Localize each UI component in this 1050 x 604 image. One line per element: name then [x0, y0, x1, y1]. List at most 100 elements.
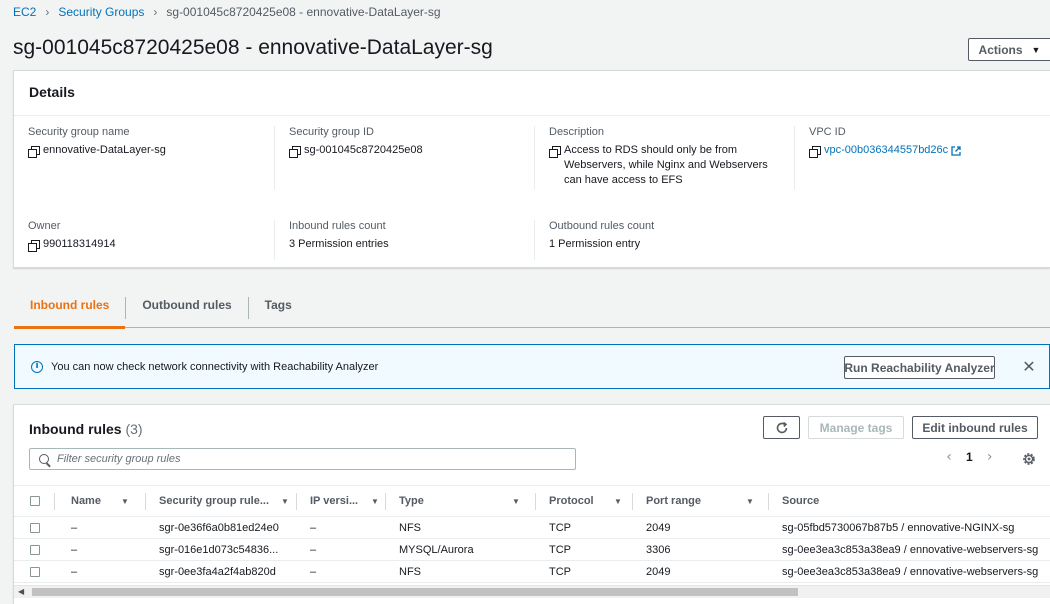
cell-protocol: TCP: [536, 538, 633, 561]
table-row[interactable]: – sgr-0e36f6a0b81ed24e0 – NFS TCP 2049 s…: [14, 516, 1050, 539]
cell-name: –: [55, 538, 146, 561]
copy-icon[interactable]: [28, 146, 40, 158]
inbound-rules-title: Inbound rules (3): [29, 421, 143, 437]
table-header: Name ▼ Security group rule... ▼ IP versi..…: [14, 485, 1050, 517]
run-reachability-analyzer-button[interactable]: Run Reachability Analyzer: [844, 356, 995, 379]
breadcrumb-security-groups[interactable]: Security Groups: [58, 5, 144, 19]
column-header-protocol[interactable]: Protocol ▼: [536, 485, 633, 517]
tab-tags[interactable]: Tags: [249, 288, 308, 328]
cell-rule-id: sgr-0e36f6a0b81ed24e0: [146, 516, 297, 539]
details-panel: Details Security group name ennovative-D…: [13, 70, 1050, 268]
vpc-id-link[interactable]: vpc-00b036344557bd26c: [824, 143, 948, 158]
divider: [794, 126, 795, 190]
inbound-rules-table: Name ▼ Security group rule... ▼ IP versi..…: [14, 485, 1050, 583]
owner-label: Owner: [28, 220, 61, 232]
copy-icon[interactable]: [289, 146, 301, 158]
sort-icon: ▼: [614, 497, 622, 506]
inbound-rules-heading: Inbound rules: [29, 421, 122, 437]
cell-protocol: TCP: [536, 516, 633, 539]
info-icon: i: [31, 360, 43, 373]
inbound-rules-count: (3): [125, 421, 143, 437]
row-checkbox[interactable]: [30, 566, 40, 577]
cell-type: NFS: [386, 516, 536, 539]
refresh-button[interactable]: [763, 416, 800, 439]
cell-source: sg-0ee3ea3c853a38ea9 / ennovative-webser…: [769, 538, 1050, 561]
cell-name: –: [55, 516, 146, 539]
sort-icon: ▼: [281, 497, 289, 506]
scroll-left-icon[interactable]: ◀: [18, 587, 24, 596]
cell-rule-id: sgr-016e1d073c54836...: [146, 538, 297, 561]
description-value: Access to RDS should only be from Webser…: [564, 144, 768, 186]
description-label: Description: [549, 126, 605, 138]
close-icon[interactable]: ✕: [1019, 356, 1039, 378]
select-all-header: [14, 485, 55, 517]
actions-label: Actions: [978, 42, 1023, 57]
inbound-rules-panel: Inbound rules (3) Manage tags Edit inbou…: [13, 404, 1050, 604]
column-header-rule-id[interactable]: Security group rule... ▼: [146, 485, 297, 517]
gear-icon[interactable]: [1021, 451, 1037, 467]
flash-message: You can now check network connectivity w…: [51, 360, 379, 373]
cell-source: sg-0ee3ea3c853a38ea9 / ennovative-webser…: [769, 560, 1050, 583]
copy-icon[interactable]: [809, 146, 821, 158]
copy-icon[interactable]: [549, 146, 561, 158]
inbound-count-label: Inbound rules count: [289, 220, 386, 232]
divider: [274, 220, 275, 260]
scrollbar-thumb[interactable]: [32, 588, 798, 596]
cell-type: MYSQL/Aurora: [386, 538, 536, 561]
chevron-right-icon: ›: [153, 5, 158, 19]
prev-page-icon[interactable]: ‹: [942, 449, 956, 465]
sort-icon: ▼: [746, 497, 754, 506]
pagination: ‹ 1 ›: [942, 449, 997, 465]
horizontal-scrollbar[interactable]: ◀: [14, 585, 1050, 598]
sg-name-label: Security group name: [28, 126, 130, 138]
next-page-icon[interactable]: ›: [983, 449, 997, 465]
sort-icon: ▼: [371, 497, 379, 506]
actions-button[interactable]: Actions ▼: [968, 38, 1050, 61]
row-checkbox[interactable]: [30, 544, 40, 555]
cell-source: sg-05fbd5730067b87b5 / ennovative-NGINX-…: [769, 516, 1050, 539]
table-row[interactable]: – sgr-0ee3fa4a2f4ab820d – NFS TCP 2049 s…: [14, 560, 1050, 583]
external-link-icon[interactable]: [951, 146, 961, 156]
current-page[interactable]: 1: [966, 450, 973, 464]
cell-type: NFS: [386, 560, 536, 583]
column-header-port-range[interactable]: Port range ▼: [633, 485, 769, 517]
outbound-count-value: 1 Permission entry: [549, 238, 641, 250]
inbound-count-value: 3 Permission entries: [289, 238, 389, 250]
filter-rules-input[interactable]: [57, 453, 557, 465]
column-header-type[interactable]: Type ▼: [386, 485, 536, 517]
select-all-checkbox[interactable]: [30, 496, 40, 507]
manage-tags-button[interactable]: Manage tags: [808, 416, 904, 439]
cell-name: –: [55, 560, 146, 583]
details-title: Details: [14, 71, 1050, 116]
row-checkbox[interactable]: [30, 522, 40, 533]
refresh-icon: [776, 421, 787, 433]
column-header-name[interactable]: Name ▼: [55, 485, 146, 517]
reachability-flash: i You can now check network connectivity…: [14, 344, 1050, 389]
sg-id-value: sg-001045c8720425e08: [304, 144, 423, 156]
field-inbound-count: Inbound rules count 3 Permission entries: [289, 220, 529, 252]
column-header-source[interactable]: Source: [769, 485, 1050, 517]
divider: [534, 126, 535, 190]
breadcrumb-ec2[interactable]: EC2: [13, 5, 36, 19]
field-vpc-id: VPC ID vpc-00b036344557bd26c: [809, 126, 1039, 158]
field-sg-id: Security group ID sg-001045c8720425e08: [289, 126, 529, 158]
column-header-ip-version[interactable]: IP versi... ▼: [297, 485, 386, 517]
cell-ip-version: –: [297, 538, 386, 561]
field-outbound-count: Outbound rules count 1 Permission entry: [549, 220, 789, 252]
divider: [534, 220, 535, 260]
field-sg-name: Security group name ennovative-DataLayer…: [28, 126, 268, 158]
tabs: Inbound rules Outbound rules Tags: [14, 288, 1050, 329]
edit-inbound-rules-button[interactable]: Edit inbound rules: [912, 416, 1038, 439]
cell-port-range: 2049: [633, 560, 769, 583]
field-description: Description Access to RDS should only be…: [549, 126, 779, 188]
table-row[interactable]: – sgr-016e1d073c54836... – MYSQL/Aurora …: [14, 538, 1050, 561]
tab-inbound-rules[interactable]: Inbound rules: [14, 288, 126, 329]
sort-icon: ▼: [512, 497, 520, 506]
cell-rule-id: sgr-0ee3fa4a2f4ab820d: [146, 560, 297, 583]
vpc-id-label: VPC ID: [809, 126, 846, 138]
cell-ip-version: –: [297, 516, 386, 539]
tab-outbound-rules[interactable]: Outbound rules: [126, 288, 247, 328]
cell-port-range: 3306: [633, 538, 769, 561]
copy-icon[interactable]: [28, 240, 40, 252]
cell-port-range: 2049: [633, 516, 769, 539]
